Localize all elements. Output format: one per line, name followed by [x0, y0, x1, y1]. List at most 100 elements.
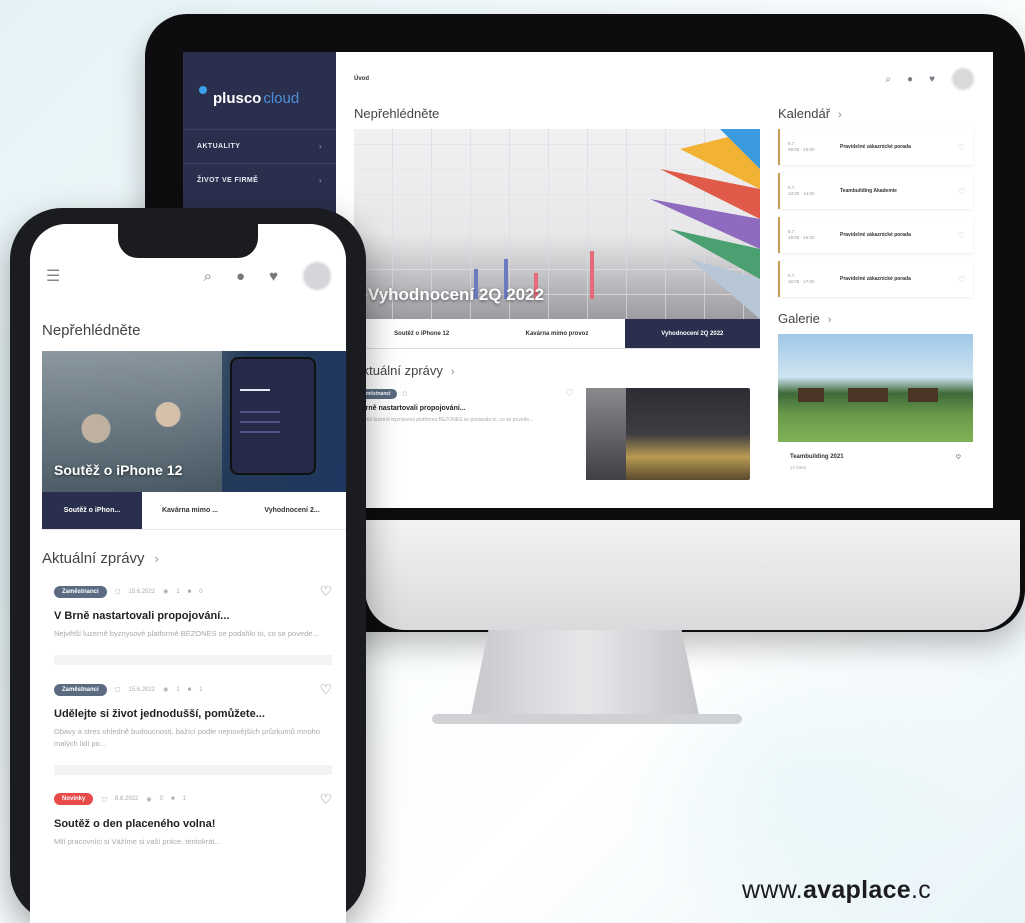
news-excerpt: Největší luzerně byznysové platformě BEZ… — [54, 629, 319, 638]
calendar-event[interactable]: 6.7. 13:00 - 14:00 Teambuilding Akademie … — [778, 173, 973, 209]
avatar[interactable] — [302, 261, 332, 291]
gallery-building — [848, 388, 888, 402]
chevron-right-icon: › — [827, 314, 832, 326]
views-icon: ◉ — [163, 589, 169, 595]
news-card[interactable]: Novinky ▢ 8.6.2022 ◉ 0 ■ 1 ♡ Soutěž o de… — [54, 791, 332, 863]
hero-tab[interactable]: Kavárna mimo provoz — [489, 319, 624, 348]
views-icon: ◉ — [146, 796, 152, 803]
heart-icon[interactable]: ♥ — [929, 74, 935, 85]
gallery-image[interactable] — [778, 334, 973, 442]
heart-icon[interactable]: ♡ — [319, 681, 332, 698]
calendar-icon: ▢ — [114, 589, 121, 595]
event-name: Pravidelné zákaznické porada — [840, 143, 911, 150]
hero-tab-active[interactable]: Soutěž o iPhon... — [42, 492, 142, 529]
sidebar-item-aktuality[interactable]: AKTUALITY › — [183, 129, 336, 163]
bell-icon[interactable]: ● — [236, 268, 245, 285]
chevron-right-icon: › — [318, 142, 322, 151]
news-title[interactable]: V Brně nastartovali propojování... — [354, 405, 574, 412]
news-card[interactable]: Zaměstnanci ▢ 15.6.2022 ◉ 1 ■ 0 ♡ V Brně… — [54, 583, 332, 666]
right-column: Kalendář › 6.7. 09:00 - 10:00 Pravidelné z… — [778, 106, 973, 480]
heart-icon[interactable]: ♡ — [319, 583, 332, 600]
chevron-right-icon: › — [450, 366, 455, 378]
desktop-main: Úvod ⌕ ● ♥ Nepřehlédněte Vyhodnocení 2Q … — [336, 52, 993, 508]
featured-hero[interactable]: Vyhodnocení 2Q 2022 — [354, 129, 760, 319]
mockup-logo — [240, 389, 270, 391]
heart-icon[interactable]: ♡ — [319, 791, 332, 808]
section-news-title[interactable]: Aktuální zprávy › — [354, 363, 760, 378]
hero-title: Soutěž o iPhone 12 — [54, 462, 183, 478]
mockup-line — [240, 411, 280, 413]
hero-graphic — [650, 129, 760, 319]
news-excerpt: Obavy a stres ohledně budoucnosti, bažíc… — [54, 727, 320, 748]
search-icon[interactable]: ⌕ — [204, 268, 212, 285]
sidebar-item-label: AKTUALITY — [197, 143, 241, 150]
hero-tabs: Soutěž o iPhon... Kavárna mimo ... Vyhod… — [42, 492, 346, 530]
mockup-line — [240, 431, 280, 433]
mockup-line — [240, 421, 280, 423]
news-card[interactable]: Zaměstnanci ▢ ♡ V Brně nastartovali prop… — [354, 388, 760, 480]
calendar-icon: ▢ — [402, 390, 408, 397]
category-badge[interactable]: Zaměstnanci — [54, 683, 107, 696]
gallery-building — [908, 388, 938, 402]
news-title[interactable]: V Brně nastartovali propojování... — [54, 610, 332, 622]
news-image[interactable] — [586, 388, 750, 480]
section-featured-title: Nepřehlédněte — [354, 106, 440, 121]
logo-mark-icon — [199, 85, 207, 94]
hero-tab-active[interactable]: Vyhodnocení 2Q 2022 — [624, 319, 760, 348]
heart-icon[interactable]: ♡ — [958, 275, 973, 284]
hero-tab[interactable]: Vyhodnocení 2... — [238, 492, 346, 529]
category-badge[interactable]: Zaměstnanci — [54, 585, 107, 598]
logo-text: plusco — [213, 90, 262, 107]
news-date: 15.6.2022 — [128, 686, 156, 693]
calendar-icon: ▢ — [101, 796, 108, 803]
bell-icon[interactable]: ● — [907, 74, 913, 85]
comments-count: 0 — [199, 588, 203, 595]
heart-icon[interactable]: ♡ — [958, 143, 973, 152]
chevron-right-icon: › — [318, 176, 322, 185]
hero-tab[interactable]: Soutěž o iPhone 12 — [354, 319, 489, 348]
news-title[interactable]: Udělejte si život jednodušší, pomůžete..… — [54, 708, 332, 720]
featured-hero[interactable]: Soutěž o iPhone 12 — [42, 351, 346, 492]
logo-suffix: cloud — [263, 90, 300, 107]
section-calendar-title[interactable]: Kalendář › — [778, 106, 973, 121]
website-url[interactable]: www.avaplace.c — [742, 876, 931, 905]
category-badge[interactable]: Novinky — [54, 793, 94, 806]
calendar-event[interactable]: 6.7. 09:00 - 10:00 Pravidelné zákaznické … — [778, 129, 973, 165]
gallery-count: 12 fotek — [790, 465, 807, 470]
gallery-caption[interactable]: Teambuilding 2021 ♡ — [778, 442, 973, 465]
views-count: 1 — [176, 686, 180, 693]
heart-icon[interactable]: ♡ — [956, 454, 961, 461]
event-name: Pravidelné zákaznické porada — [840, 275, 911, 282]
left-column: Nepřehlédněte Vyhodnocení 2Q 2022 Soutěž… — [354, 106, 760, 480]
breadcrumb[interactable]: Úvod — [354, 76, 369, 82]
views-count: 0 — [159, 796, 163, 803]
search-icon[interactable]: ⌕ — [885, 74, 891, 85]
hero-tabs: Soutěž o iPhone 12 Kavárna mimo provoz V… — [354, 319, 760, 349]
phone-device: ☰ ⌕ ● ♥ Nepřehlédněte Soutěž o iPhone 12… — [10, 208, 366, 923]
heart-icon[interactable]: ♡ — [565, 388, 574, 399]
calendar-icon: ▢ — [114, 687, 121, 694]
heart-icon[interactable]: ♡ — [958, 187, 973, 196]
event-name: Teambuilding Akademie — [840, 187, 897, 194]
section-news-title[interactable]: Aktuální zprávy › — [30, 550, 346, 567]
logo[interactable]: plusco cloud — [183, 70, 336, 129]
avatar[interactable] — [951, 67, 975, 91]
calendar-event[interactable]: 6.7. 15:00 - 16:00 Pravidelné zákaznické … — [778, 217, 973, 253]
phone-notch — [118, 224, 258, 258]
heart-icon[interactable]: ♡ — [958, 231, 973, 240]
news-card[interactable]: Zaměstnanci ▢ 15.6.2022 ◉ 1 ■ 1 ♡ Udělej… — [54, 681, 332, 775]
section-gallery-title[interactable]: Galerie › — [778, 311, 973, 326]
comment-icon: ■ — [187, 588, 192, 595]
sidebar-item-zivot-ve-firme[interactable]: ŽIVOT VE FIRMĚ › — [183, 163, 336, 197]
chevron-right-icon: › — [154, 551, 159, 566]
calendar-event[interactable]: 6.7. 16:00 - 17:00 Pravidelné zákaznické … — [778, 261, 973, 297]
topbar: Úvod ⌕ ● ♥ — [354, 66, 975, 92]
news-title[interactable]: Soutěž o den placeného volna! — [54, 818, 332, 830]
news-excerpt: Milí pracovníci si Vážíme si vaší práce,… — [54, 836, 221, 846]
phone-screen: ☰ ⌕ ● ♥ Nepřehlédněte Soutěž o iPhone 12… — [30, 224, 346, 923]
topbar-icons: ⌕ ● ♥ — [885, 67, 975, 91]
news-date: 8.6.2022 — [115, 796, 139, 803]
heart-icon[interactable]: ♥ — [269, 268, 278, 285]
menu-icon[interactable]: ☰ — [46, 266, 60, 286]
hero-tab[interactable]: Kavárna mimo ... — [142, 492, 238, 529]
